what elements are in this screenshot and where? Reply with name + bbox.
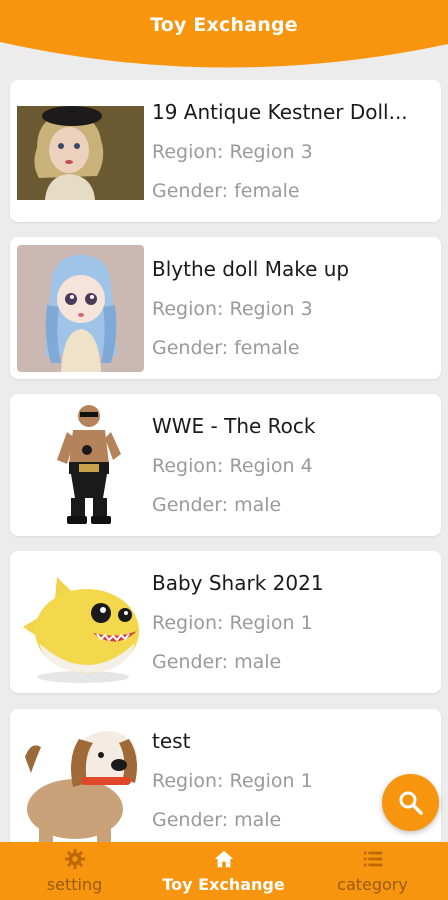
puppy-toy-image	[17, 717, 144, 844]
toy-card-blythe-doll[interactable]: Blythe doll Make up Region: Region 3 Gen…	[10, 237, 441, 379]
wrestler-figure-image	[17, 402, 144, 529]
app-header: Toy Exchange	[0, 0, 448, 72]
header-wave-background	[0, 0, 448, 68]
toy-region: Region: Region 3	[152, 298, 313, 320]
blythe-doll-image	[17, 245, 144, 372]
toy-gender: Gender: male	[152, 494, 282, 516]
toy-title: WWE - The Rock	[152, 414, 316, 438]
toy-title: test	[152, 729, 191, 753]
toy-region: Region: Region 1	[152, 612, 313, 634]
bottom-tab-bar: setting Toy Exchange category	[0, 842, 448, 900]
toy-title: 19 Antique Kestner Doll...	[152, 100, 408, 124]
list-icon	[363, 851, 383, 867]
toy-title: Baby Shark 2021	[152, 571, 324, 595]
toy-title: Blythe doll Make up	[152, 257, 350, 281]
tab-label: category	[337, 875, 408, 894]
tab-toy-exchange[interactable]: Toy Exchange	[149, 842, 298, 900]
toy-gender: Gender: male	[152, 809, 282, 831]
toy-card-wwe-the-rock[interactable]: WWE - The Rock Region: Region 4 Gender: …	[10, 394, 441, 536]
search-button[interactable]	[382, 774, 439, 831]
toy-region: Region: Region 4	[152, 455, 313, 477]
toy-region: Region: Region 3	[152, 141, 313, 163]
tab-label: setting	[46, 875, 103, 894]
baby-shark-plush-image	[17, 559, 144, 686]
toy-gender: Gender: female	[152, 180, 300, 202]
home-icon	[214, 850, 234, 868]
search-icon	[399, 791, 423, 815]
gear-icon	[64, 848, 86, 870]
page-title: Toy Exchange	[150, 14, 298, 36]
tab-setting[interactable]: setting	[0, 842, 149, 900]
tab-label: Toy Exchange	[162, 875, 285, 894]
toy-gender: Gender: male	[152, 651, 282, 673]
tab-category[interactable]: category	[298, 842, 447, 900]
toy-region: Region: Region 1	[152, 770, 313, 792]
toy-gender: Gender: female	[152, 337, 300, 359]
toy-card-baby-shark[interactable]: Baby Shark 2021 Region: Region 1 Gender:…	[10, 551, 441, 693]
antique-doll-image	[17, 88, 144, 215]
toy-card-test[interactable]: test Region: Region 1 Gender: male	[10, 709, 441, 851]
toy-card-antique-doll[interactable]: 19 Antique Kestner Doll... Region: Regio…	[10, 80, 441, 222]
